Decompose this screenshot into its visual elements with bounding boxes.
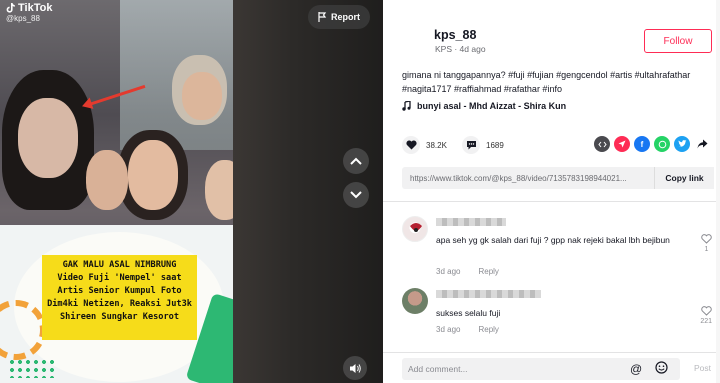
flag-icon xyxy=(318,12,327,22)
comment-item: sukses selalu fuji 3d ago Reply 221 xyxy=(402,288,712,338)
video-link-box: https://www.tiktok.com/@kps_88/video/713… xyxy=(402,167,714,189)
author-info: KPS · 4d ago xyxy=(435,44,486,54)
watermark-username: @kps_88 xyxy=(6,14,40,23)
facebook-icon[interactable]: f xyxy=(634,136,650,152)
person-face xyxy=(86,150,128,210)
details-panel: kps_88 KPS · 4d ago Follow gimana ni tan… xyxy=(383,0,720,383)
tiktok-video-page: GAK MALU ASAL NIMBRUNG Video Fuji 'Nempe… xyxy=(0,0,720,383)
tiktok-logo-icon xyxy=(6,3,15,13)
like-count: 38.2K xyxy=(426,140,447,150)
comment-item: apa seh yg gk salah dari fuji ? gpp nak … xyxy=(402,216,712,276)
person-face xyxy=(205,160,233,220)
follow-button[interactable]: Follow xyxy=(644,29,712,53)
commenter-avatar[interactable] xyxy=(402,288,428,314)
copy-link-button[interactable]: Copy link xyxy=(654,167,714,189)
chevron-down-icon xyxy=(350,191,362,199)
caption-line: Shireen Sungkar Kesorot xyxy=(60,312,179,322)
caption-line: GAK MALU ASAL NIMBRUNG xyxy=(62,260,177,270)
tiktok-watermark: TikTok @kps_88 xyxy=(6,2,52,23)
comment-like-button[interactable]: 221 xyxy=(700,306,712,325)
music-note-icon xyxy=(402,101,411,111)
share-bar: f xyxy=(594,136,710,152)
caption-line: Artis Senior Kumpul Foto xyxy=(57,286,182,296)
previous-video-button[interactable] xyxy=(343,148,369,174)
music-title: bunyi asal - Mhd Aizzat - Shira Kun xyxy=(417,101,567,111)
like-button[interactable]: 38.2K xyxy=(402,136,447,154)
comment-time: 3d ago xyxy=(436,267,461,276)
video-frame: GAK MALU ASAL NIMBRUNG Video Fuji 'Nempe… xyxy=(0,0,233,383)
whatsapp-icon[interactable] xyxy=(654,136,670,152)
volume-button[interactable] xyxy=(343,356,367,380)
commenter-name-blurred[interactable] xyxy=(436,290,541,298)
person-face xyxy=(18,98,78,178)
emoji-icon[interactable] xyxy=(655,361,668,379)
divider xyxy=(383,201,720,202)
person-face xyxy=(128,140,178,210)
send-icon[interactable] xyxy=(614,136,630,152)
person-face xyxy=(182,72,222,120)
twitter-icon[interactable] xyxy=(674,136,690,152)
music-link[interactable]: bunyi asal - Mhd Aizzat - Shira Kun xyxy=(402,101,566,111)
comment-text: apa seh yg gk salah dari fuji ? gpp nak … xyxy=(436,235,670,245)
chevron-up-icon xyxy=(350,157,362,165)
comment-text: sukses selalu fuji xyxy=(436,308,501,318)
video-caption-box: GAK MALU ASAL NIMBRUNG Video Fuji 'Nempe… xyxy=(42,255,197,340)
reply-button[interactable]: Reply xyxy=(478,325,498,334)
heart-outline-icon xyxy=(700,306,712,316)
next-video-button[interactable] xyxy=(343,182,369,208)
comment-composer: Add comment... @ Post xyxy=(383,352,720,383)
commenter-name-blurred[interactable] xyxy=(436,218,506,226)
mention-icon[interactable]: @ xyxy=(630,362,642,376)
comment-count: 1689 xyxy=(486,140,504,150)
heart-outline-icon xyxy=(701,234,712,244)
comment-button[interactable]: 1689 xyxy=(462,136,504,154)
share-arrow-icon[interactable] xyxy=(694,136,710,152)
watermark-brand: TikTok xyxy=(18,2,53,14)
decorative-dots xyxy=(8,358,58,378)
comment-time: 3d ago xyxy=(436,325,461,334)
comment-like-count: 1 xyxy=(704,246,709,253)
post-button[interactable]: Post xyxy=(694,363,711,373)
caption-line: Dim4ki Netizen, Reaksi Jut3k xyxy=(47,299,192,309)
report-label: Report xyxy=(331,12,360,22)
commenter-avatar[interactable] xyxy=(402,216,428,242)
author-username[interactable]: kps_88 xyxy=(434,28,476,42)
speaker-icon xyxy=(350,363,361,373)
comment-bubble-icon xyxy=(466,141,476,150)
comment-like-button[interactable]: 1 xyxy=(701,234,712,253)
scrollbar[interactable] xyxy=(716,0,720,383)
comment-like-count: 221 xyxy=(700,318,712,325)
video-link-text[interactable]: https://www.tiktok.com/@kps_88/video/713… xyxy=(402,174,654,183)
caption-line: Video Fuji 'Nempel' saat xyxy=(57,273,182,283)
post-description: gimana ni tanggapannya? #fuji #fujian #g… xyxy=(402,70,691,94)
reply-button[interactable]: Reply xyxy=(478,267,498,276)
report-button[interactable]: Report xyxy=(308,5,370,29)
video-player[interactable]: GAK MALU ASAL NIMBRUNG Video Fuji 'Nempe… xyxy=(0,0,383,383)
embed-icon[interactable] xyxy=(594,136,610,152)
heart-icon xyxy=(405,140,417,150)
